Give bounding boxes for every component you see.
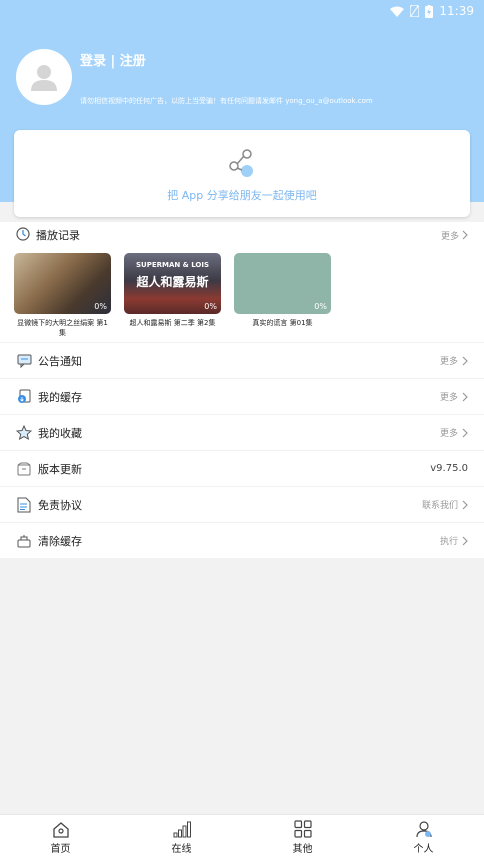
clear-cache-icon xyxy=(16,533,32,549)
person-icon xyxy=(415,821,432,838)
history-item-title: 真实的谎言 第01集 xyxy=(252,319,313,327)
menu-item-downloads[interactable]: 我的缓存 更多 xyxy=(0,378,484,414)
update-icon xyxy=(16,461,32,477)
nav-label: 首页 xyxy=(50,843,71,855)
chevron-right-icon xyxy=(462,428,468,437)
battery-charging-icon xyxy=(425,4,434,18)
share-app-card[interactable]: 把 App 分享给朋友一起使用吧 xyxy=(14,130,470,217)
menu-label: 公告通知 xyxy=(38,354,82,368)
history-item-title: 超人和露易斯 第二季 第2集 xyxy=(129,319,216,327)
document-icon xyxy=(16,497,32,513)
history-progress: 0% xyxy=(204,302,217,311)
chevron-right-icon xyxy=(462,500,468,509)
menu-action-label: 执行 xyxy=(439,537,458,547)
history-progress: 0% xyxy=(94,302,107,311)
menu-label: 我的收藏 xyxy=(38,426,82,440)
menu-label: 免责协议 xyxy=(38,498,82,512)
default-avatar-icon xyxy=(31,65,57,91)
nav-label: 在线 xyxy=(171,843,192,855)
menu-item-clear-cache[interactable]: 清除缓存 执行 xyxy=(0,522,484,558)
chevron-right-icon xyxy=(462,536,468,545)
nav-other[interactable]: 其他 xyxy=(242,815,363,860)
nav-home[interactable]: 首页 xyxy=(0,815,121,860)
bottom-navigation: 首页 在线 其他 个人 xyxy=(0,814,484,860)
menu-label: 我的缓存 xyxy=(38,390,82,404)
menu-action-label: 更多 xyxy=(439,393,458,403)
menu-item-version[interactable]: 版本更新 v9.75.0 xyxy=(0,450,484,486)
history-more-link[interactable]: 更多 xyxy=(441,229,468,242)
nav-online[interactable]: 在线 xyxy=(121,815,242,860)
login-register-link[interactable]: 登录 | 注册 xyxy=(80,50,146,69)
chevron-right-icon xyxy=(462,230,468,240)
history-thumbnail: 0% xyxy=(14,253,111,314)
history-thumbnail: 0% xyxy=(234,253,331,314)
download-icon xyxy=(16,389,32,405)
thumbnail-overlay-title: 超人和露易斯 xyxy=(136,275,209,289)
history-title: 播放记录 xyxy=(36,229,80,242)
no-sim-icon xyxy=(410,5,420,17)
menu-action-label: 更多 xyxy=(439,357,458,367)
warning-notice: 请勿相信视频中的任何广告，以防上当受骗！有任何问题请发邮件 yong_ou_a@… xyxy=(80,97,373,105)
avatar[interactable] xyxy=(16,49,72,105)
nav-label: 其他 xyxy=(292,844,313,855)
wifi-icon xyxy=(390,6,405,17)
menu-label: 清除缓存 xyxy=(38,534,82,548)
history-item[interactable]: SUPERMAN & LOIS 超人和露易斯 0% 超人和露易斯 第二季 第2集 xyxy=(124,253,221,338)
history-item[interactable]: 0% 显微镜下的大明之丝绢案 第1集 xyxy=(14,253,111,338)
menu-action: 更多 xyxy=(440,390,468,403)
nav-profile[interactable]: 个人 xyxy=(363,815,484,860)
announcement-icon xyxy=(16,353,32,369)
history-more-label: 更多 xyxy=(440,231,459,242)
settings-menu: 公告通知 更多 我的缓存 更多 我的收藏 更多 版本更新 v9.75.0 免责协… xyxy=(0,342,484,558)
version-number: v9.75.0 xyxy=(430,463,468,474)
history-header: 播放记录 更多 xyxy=(0,222,484,248)
history-item-title: 显微镜下的大明之丝绢案 第1集 xyxy=(17,319,108,337)
history-item[interactable]: 0% 真实的谎言 第01集 xyxy=(234,253,331,338)
nav-label: 个人 xyxy=(413,844,434,855)
menu-action: 更多 xyxy=(440,426,468,439)
thumbnail-overlay-text: SUPERMAN & LOIS xyxy=(135,261,210,269)
chevron-right-icon xyxy=(462,392,468,401)
history-clock-icon xyxy=(16,226,30,245)
menu-item-disclaimer[interactable]: 免责协议 联系我们 xyxy=(0,486,484,522)
menu-action-label: 联系我们 xyxy=(421,501,458,511)
status-time: 11:39 xyxy=(439,4,474,18)
share-icon xyxy=(227,148,255,182)
menu-label: 版本更新 xyxy=(38,462,82,476)
home-icon xyxy=(52,821,69,838)
menu-action-label: 更多 xyxy=(439,429,458,439)
chevron-right-icon xyxy=(462,356,468,365)
history-progress: 0% xyxy=(314,302,327,311)
history-thumbnail: SUPERMAN & LOIS 超人和露易斯 0% xyxy=(124,253,221,314)
star-icon xyxy=(16,425,32,441)
signal-icon xyxy=(173,821,191,837)
menu-item-announcements[interactable]: 公告通知 更多 xyxy=(0,342,484,378)
menu-item-favorites[interactable]: 我的收藏 更多 xyxy=(0,414,484,450)
history-list: 0% 显微镜下的大明之丝绢案 第1集 SUPERMAN & LOIS 超人和露易… xyxy=(14,253,331,338)
menu-action: 联系我们 xyxy=(422,498,468,511)
menu-action: 执行 xyxy=(440,534,468,547)
share-text: 把 App 分享给朋友一起使用吧 xyxy=(167,189,317,202)
grid-icon xyxy=(293,820,312,838)
menu-action: 更多 xyxy=(440,354,468,367)
status-bar: 11:39 xyxy=(0,0,484,22)
